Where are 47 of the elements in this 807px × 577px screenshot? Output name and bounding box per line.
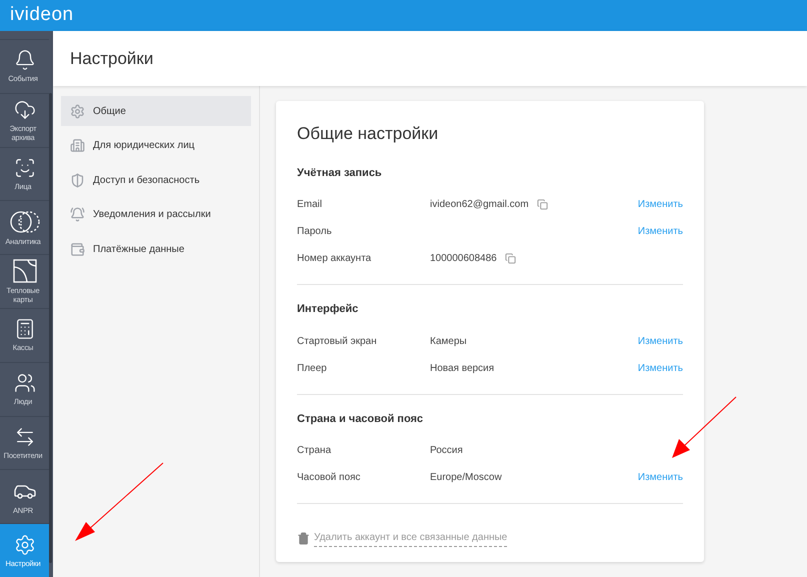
change-link[interactable]: Изменить xyxy=(638,334,683,348)
logo[interactable]: ivideon xyxy=(10,1,74,30)
submenu-item[interactable]: Для юридических лиц xyxy=(61,130,251,160)
field-label: Часовой пояс xyxy=(297,471,362,485)
change-link[interactable]: Изменить xyxy=(638,224,683,239)
section-title: Интерфейс xyxy=(297,302,360,317)
cloud-download-icon xyxy=(14,98,36,121)
change-link[interactable]: Изменить xyxy=(638,197,683,212)
face-scan-icon xyxy=(14,156,36,179)
people-icon xyxy=(14,372,36,394)
copy-icon[interactable] xyxy=(536,199,548,210)
wallet-icon xyxy=(70,242,85,256)
field-label: Пароль xyxy=(297,225,333,239)
section-title: Учётная запись xyxy=(297,166,383,180)
field-label: Плеер xyxy=(297,362,328,376)
circles-icon xyxy=(10,210,40,234)
change-link[interactable]: Изменить xyxy=(638,470,683,485)
field-value: Камеры xyxy=(430,334,467,348)
field-label: Страна xyxy=(297,444,332,458)
field-value: Россия xyxy=(430,444,463,458)
submenu-item[interactable]: Доступ и безопасность xyxy=(61,165,251,195)
trash-icon xyxy=(297,532,310,545)
field-label: Email xyxy=(297,198,324,212)
change-link[interactable]: Изменить xyxy=(638,360,683,376)
heatmap-icon xyxy=(12,259,36,284)
bell-icon xyxy=(14,49,36,72)
field-value: 100000608486 xyxy=(430,252,497,266)
building-icon xyxy=(70,138,85,153)
field-value: Europe/Moscow xyxy=(430,471,502,485)
settings-icon xyxy=(14,534,36,556)
copy-icon[interactable] xyxy=(504,253,516,264)
field-value: Новая версия xyxy=(430,362,494,376)
scrollbar[interactable] xyxy=(49,93,52,563)
field-value: ivideon62@gmail.com xyxy=(430,198,529,212)
shield-icon xyxy=(70,172,85,188)
bell-icon xyxy=(70,207,85,222)
submenu-item[interactable]: Общие xyxy=(61,96,251,126)
delete-account-link[interactable]: Удалить аккаунт и все связанные данные xyxy=(297,530,683,547)
submenu-item[interactable]: Уведомления и рассылки xyxy=(61,200,251,230)
annotation-arrow xyxy=(672,396,736,458)
submenu-item[interactable]: Платёжные данные xyxy=(61,234,251,264)
field-label: Номер аккаунта xyxy=(297,252,372,266)
settings-icon xyxy=(70,104,85,118)
section-title: Страна и часовой пояс xyxy=(297,412,424,426)
field-label: Стартовый экран xyxy=(297,334,378,348)
page-title: Настройки xyxy=(70,48,154,70)
card-title: Общие настройки xyxy=(297,123,440,145)
